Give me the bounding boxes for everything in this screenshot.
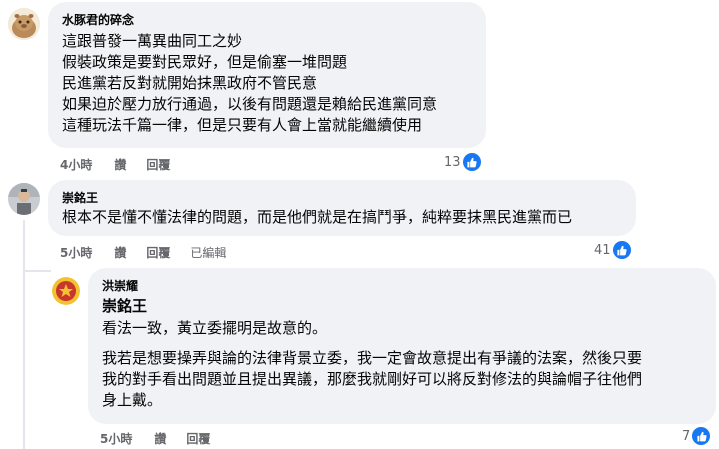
comment-text: 這跟普發一萬異曲同工之妙 假裝政策是要對民眾好，但是偷塞一堆問題 民進黨若反對就…	[62, 31, 437, 136]
thumbs-up-icon	[612, 241, 631, 259]
reply-actions: 5小時 讚 回覆	[100, 430, 230, 447]
reply-button[interactable]: 回覆	[146, 244, 170, 261]
emblem-avatar-icon[interactable]	[52, 277, 80, 305]
reply-text-first: 看法一致，黃立委擺明是故意的。	[102, 318, 327, 339]
comment-author[interactable]: 崇銘王	[62, 189, 98, 206]
like-button[interactable]: 讚	[154, 430, 166, 447]
reply-line: 身上戴。	[102, 391, 163, 409]
comment-actions: 4小時 讚 回覆	[60, 156, 190, 173]
reply-mention[interactable]: 崇銘王	[102, 295, 147, 316]
edited-label[interactable]: 已編輯	[190, 244, 226, 261]
like-button[interactable]: 讚	[114, 244, 126, 261]
reply-button[interactable]: 回覆	[146, 156, 170, 173]
reply-text-second: 我若是想要操弄與論的法律背景立委，我一定會故意提出有爭議的法案，然後只要 我的對…	[102, 348, 642, 411]
thumbs-up-icon	[462, 153, 481, 171]
comment-line: 假裝政策是要對民眾好，但是偷塞一堆問題	[62, 53, 348, 71]
reply-time[interactable]: 5小時	[100, 430, 132, 447]
reaction-summary[interactable]: 13	[444, 153, 481, 171]
reaction-summary[interactable]: 7	[682, 427, 711, 445]
thread-line-branch	[23, 270, 51, 272]
reply-line: 看法一致，黃立委擺明是故意的。	[102, 319, 328, 337]
comment-author[interactable]: 水豚君的碎念	[62, 11, 134, 28]
reaction-count: 7	[682, 428, 691, 444]
comment-text: 根本不是懂不懂法律的問題，而是他們就是在搞鬥爭，純粹要抹黑民進黨而已	[62, 207, 572, 228]
reply-author[interactable]: 洪崇耀	[102, 277, 138, 294]
comment-line: 如果迫於壓力放行通過，以後有問題還是賴給民進黨同意	[62, 95, 438, 113]
comment-line: 這跟普發一萬異曲同工之妙	[62, 32, 243, 50]
comment-time[interactable]: 4小時	[60, 156, 92, 173]
reaction-summary[interactable]: 41	[594, 241, 631, 259]
reply-line: 我的對手看出問題並且提出異議，那麼我就剛好可以將反對修法的與論帽子往他們	[102, 370, 643, 388]
thumbs-up-icon	[692, 427, 711, 445]
reaction-count: 41	[594, 242, 611, 258]
reply-line: 我若是想要操弄與論的法律背景立委，我一定會故意提出有爭議的法案，然後只要	[102, 349, 643, 367]
reply-button[interactable]: 回覆	[186, 430, 210, 447]
thread-line-vertical	[23, 220, 25, 449]
user-photo-avatar-icon[interactable]	[8, 183, 40, 215]
capybara-avatar-icon[interactable]	[8, 8, 40, 40]
comment-time[interactable]: 5小時	[60, 244, 92, 261]
comment-line: 根本不是懂不懂法律的問題，而是他們就是在搞鬥爭，純粹要抹黑民進黨而已	[62, 208, 573, 226]
reaction-count: 13	[444, 154, 461, 170]
comment-line: 民進黨若反對就開始抹黑政府不管民意	[62, 74, 318, 92]
like-button[interactable]: 讚	[114, 156, 126, 173]
comment-actions: 5小時 讚 回覆 已編輯	[60, 244, 226, 261]
comment-line: 這種玩法千篇一律，但是只要有人會上當就能繼續使用	[62, 116, 423, 134]
